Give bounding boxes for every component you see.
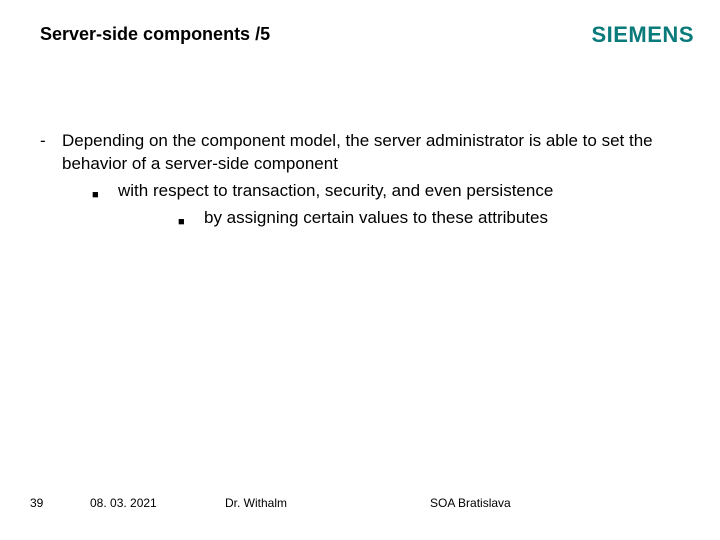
list-item-text: with respect to transaction, security, a… (118, 180, 680, 230)
slide-title: Server-side components /5 (40, 24, 270, 45)
list-item: - Depending on the component model, the … (40, 130, 680, 230)
bullet-square-icon: ■ (178, 207, 204, 230)
slide-footer: 39 08. 03. 2021 Dr. Withalm SOA Bratisla… (0, 496, 720, 516)
list-item: ■ with respect to transaction, security,… (62, 180, 680, 230)
list-item-text: Depending on the component model, the se… (62, 130, 680, 230)
page-number: 39 (30, 496, 43, 510)
bullet-square-icon: ■ (92, 180, 118, 230)
level3-text: by assigning certain values to these att… (204, 207, 680, 230)
brand-logo: SIEMENS (591, 22, 694, 48)
footer-date: 08. 03. 2021 (90, 496, 157, 510)
footer-author: Dr. Withalm (225, 496, 287, 510)
slide-header: Server-side components /5 SIEMENS (0, 0, 720, 76)
level2-text: with respect to transaction, security, a… (118, 181, 553, 200)
slide: Server-side components /5 SIEMENS - Depe… (0, 0, 720, 540)
level1-text: Depending on the component model, the se… (62, 131, 653, 173)
slide-body: - Depending on the component model, the … (40, 130, 680, 230)
list-item: ■ by assigning certain values to these a… (118, 207, 680, 230)
bullet-dash-icon: - (40, 130, 62, 230)
footer-course: SOA Bratislava (430, 496, 511, 510)
